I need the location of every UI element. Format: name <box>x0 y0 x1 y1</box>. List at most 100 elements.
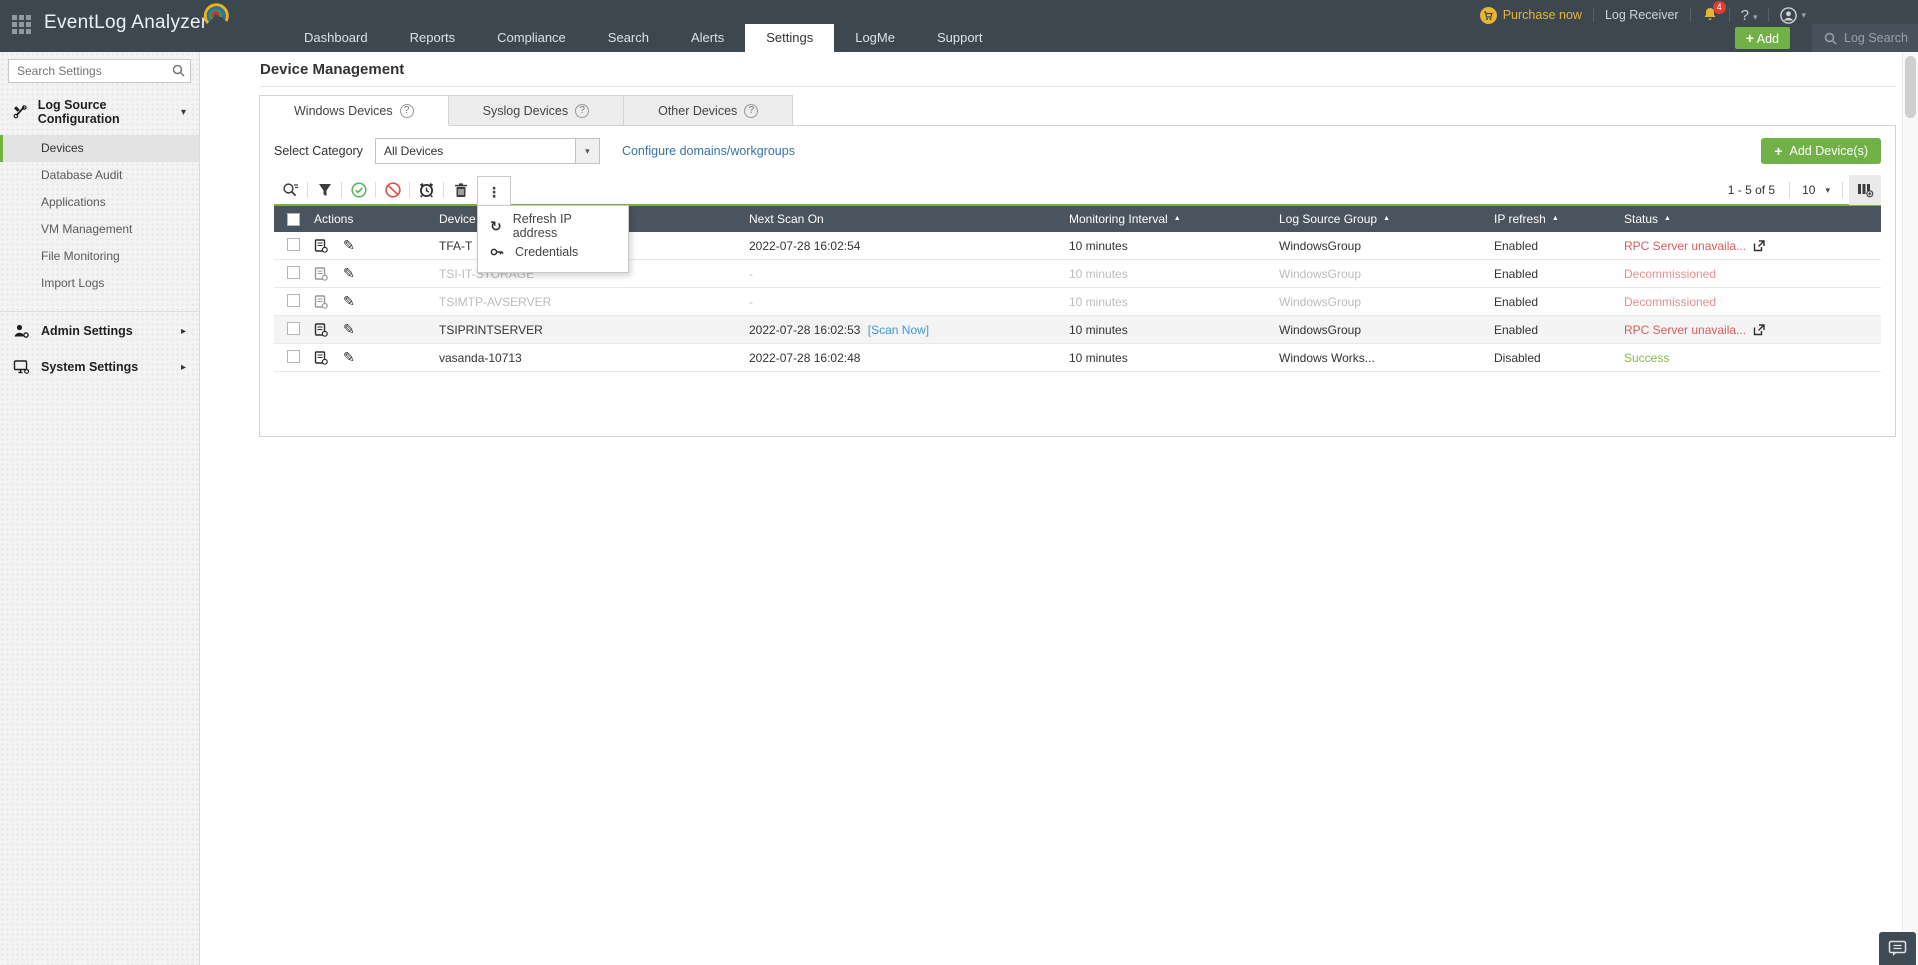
sidebar-item-devices[interactable]: Devices <box>0 135 199 162</box>
col-actions[interactable]: Actions <box>314 212 439 226</box>
category-select[interactable]: All Devices ▾ <box>374 138 600 164</box>
manage-device-icon[interactable] <box>314 294 328 309</box>
sidebar-section-admin-settings[interactable]: Admin Settings ▸ <box>0 312 199 348</box>
vertical-scrollbar[interactable] <box>1902 52 1918 965</box>
row-checkbox[interactable] <box>287 265 300 279</box>
apps-grid-icon[interactable] <box>12 15 33 36</box>
nav-logme[interactable]: LogMe <box>834 24 916 52</box>
row-checkbox[interactable] <box>287 321 300 335</box>
edit-icon[interactable]: ✎ <box>343 293 355 310</box>
log-search-label: Log Search <box>1844 31 1908 45</box>
advanced-search-icon[interactable] <box>274 176 307 204</box>
search-icon <box>172 64 185 77</box>
select-all-checkbox[interactable] <box>287 212 300 226</box>
notification-badge: 4 <box>1712 0 1726 14</box>
nav-compliance[interactable]: Compliance <box>476 24 587 52</box>
log-receiver-link[interactable]: Log Receiver <box>1605 8 1679 22</box>
help-menu[interactable]: ? ▾ <box>1741 7 1758 24</box>
divider <box>260 86 1896 87</box>
tab-syslog-devices[interactable]: Syslog Devices ? <box>448 95 625 126</box>
tab-other-devices[interactable]: Other Devices ? <box>624 95 794 126</box>
scan-schedule-icon[interactable] <box>410 176 443 204</box>
col-status[interactable]: Status ▲ <box>1624 212 1881 226</box>
quick-add-button[interactable]: + Add <box>1734 27 1790 49</box>
group-value: WindowsGroup <box>1279 322 1362 337</box>
col-next-scan[interactable]: Next Scan On <box>749 212 1069 226</box>
row-checkbox[interactable] <box>287 237 300 251</box>
purchase-now-link[interactable]: Purchase now <box>1479 6 1582 24</box>
sidebar-item-file-monitoring[interactable]: File Monitoring <box>0 243 199 270</box>
tab-windows-devices[interactable]: Windows Devices ? <box>259 95 449 126</box>
sidebar-item-applications[interactable]: Applications <box>0 189 199 216</box>
device-name[interactable]: TSIMTP-AVSERVER <box>439 295 749 309</box>
add-devices-button[interactable]: + Add Device(s) <box>1761 138 1881 164</box>
scrollbar-thumb[interactable] <box>1905 56 1916 118</box>
status-value: Success <box>1624 350 1670 365</box>
utility-bar: Purchase now Log Receiver 4 ? ▾ ▾ <box>1479 0 1806 26</box>
chevron-right-icon: ▸ <box>180 361 186 373</box>
col-monitoring-interval[interactable]: Monitoring Interval ▲ <box>1069 212 1279 226</box>
row-checkbox[interactable] <box>287 293 300 307</box>
user-menu[interactable]: ▾ <box>1780 6 1806 24</box>
nav-support[interactable]: Support <box>916 24 1004 52</box>
nav-alerts[interactable]: Alerts <box>670 24 745 52</box>
help-icon[interactable]: ? <box>399 103 414 118</box>
chevron-down-icon: ▾ <box>1801 9 1806 20</box>
nav-settings[interactable]: Settings <box>745 24 835 52</box>
divider <box>1728 8 1730 22</box>
col-ip-refresh[interactable]: IP refresh ▲ <box>1494 212 1624 226</box>
manage-device-icon[interactable] <box>314 350 328 365</box>
sidebar-item-vm-management[interactable]: VM Management <box>0 216 199 243</box>
configure-domains-link[interactable]: Configure domains/workgroups <box>622 144 795 158</box>
nav-dashboard[interactable]: Dashboard <box>283 24 389 52</box>
interval-value: 10 minutes <box>1069 350 1128 365</box>
edit-icon[interactable]: ✎ <box>343 321 355 338</box>
sidebar-item-import-logs[interactable]: Import Logs <box>0 270 199 297</box>
external-link-icon[interactable] <box>1753 239 1765 252</box>
menu-item-refresh-ip[interactable]: ↻ Refresh IP address <box>478 212 628 240</box>
manage-device-icon[interactable] <box>314 322 328 337</box>
edit-icon[interactable]: ✎ <box>343 237 355 254</box>
menu-item-credentials[interactable]: Credentials <box>478 239 628 265</box>
nav-search[interactable]: Search <box>587 24 670 52</box>
page-size-select[interactable]: 10 ▾ <box>1790 183 1842 197</box>
column-chooser-icon[interactable] <box>1849 175 1881 205</box>
disable-devices-icon[interactable] <box>376 176 409 204</box>
manage-device-icon[interactable] <box>314 238 328 253</box>
more-actions-button[interactable]: ⋮ <box>477 175 511 209</box>
notifications-bell-icon[interactable]: 4 <box>1702 0 1726 25</box>
delete-icon[interactable] <box>444 176 477 204</box>
help-icon[interactable]: ? <box>575 103 590 118</box>
log-search-box[interactable]: Log Search <box>1812 24 1918 52</box>
plus-icon: + <box>1745 30 1754 46</box>
sidebar-section-log-source-configuration[interactable]: Log Source Configuration ▾ <box>0 87 199 135</box>
sort-asc-icon: ▲ <box>1551 214 1559 222</box>
enable-devices-icon[interactable] <box>342 176 375 204</box>
logo-swirl-icon <box>203 3 229 24</box>
edit-icon[interactable]: ✎ <box>343 349 355 366</box>
row-checkbox[interactable] <box>287 349 300 363</box>
nav-reports[interactable]: Reports <box>389 24 477 52</box>
device-name[interactable]: vasanda-10713 <box>439 351 749 365</box>
sidebar-section-system-settings[interactable]: System Settings ▸ <box>0 348 199 384</box>
interval-value: 10 minutes <box>1069 294 1128 309</box>
sidebar-item-database-audit[interactable]: Database Audit <box>0 162 199 189</box>
edit-icon[interactable]: ✎ <box>343 265 355 282</box>
col-log-source-group[interactable]: Log Source Group ▲ <box>1279 212 1494 226</box>
search-settings-input[interactable] <box>8 59 191 83</box>
scan-now-link[interactable]: [Scan Now] <box>868 323 929 337</box>
help-icon[interactable]: ? <box>744 103 759 118</box>
filter-icon[interactable] <box>308 176 341 204</box>
external-link-icon[interactable] <box>1753 323 1765 336</box>
status-value: Decommissioned <box>1624 266 1717 281</box>
chevron-down-icon: ▾ <box>180 106 186 118</box>
manage-device-icon[interactable] <box>314 266 328 281</box>
group-value: WindowsGroup <box>1279 266 1362 281</box>
ip-refresh-value: Enabled <box>1494 294 1539 309</box>
chevron-down-icon: ▾ <box>1752 11 1758 22</box>
device-name[interactable]: TSIPRINTSERVER <box>439 323 749 337</box>
ip-refresh-value: Enabled <box>1494 238 1539 253</box>
divider <box>1768 8 1770 22</box>
chat-feedback-button[interactable] <box>1879 932 1916 965</box>
next-scan-value: - <box>749 294 753 309</box>
